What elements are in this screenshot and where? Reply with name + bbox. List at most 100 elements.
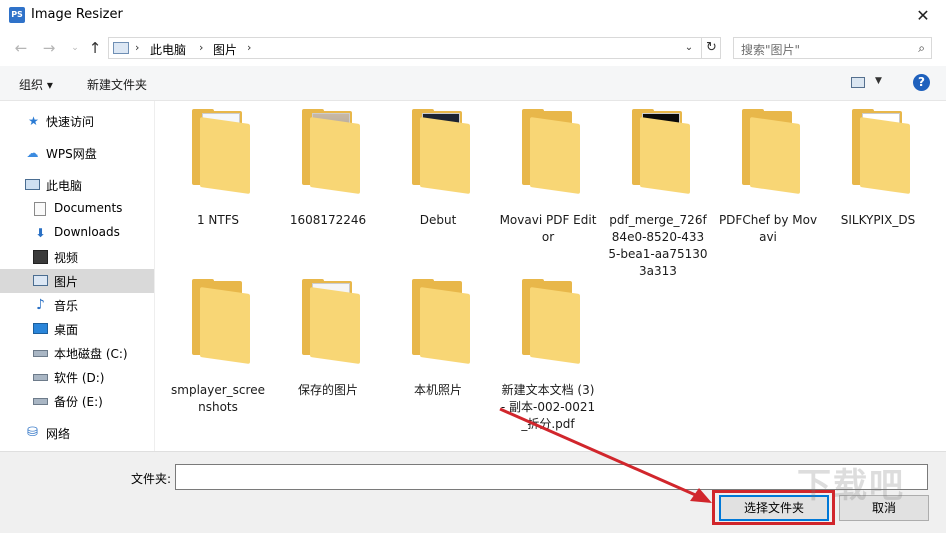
star-icon: ★ — [28, 114, 39, 128]
sidebar-item-network[interactable]: ⛁ 网络 — [0, 421, 154, 445]
folder-item[interactable]: smplayer_screenshots — [168, 279, 268, 439]
help-icon[interactable]: ? — [913, 74, 930, 91]
folder-item[interactable]: PDFChef by Movavi — [718, 109, 818, 269]
sidebar-item-drive-d[interactable]: 软件 (D:) — [0, 365, 154, 389]
folder-item[interactable]: SILKYPIX_DS — [828, 109, 928, 269]
drive-icon — [33, 350, 48, 357]
sidebar-item-drive-e[interactable]: 备份 (E:) — [0, 389, 154, 413]
picture-icon — [33, 275, 48, 286]
folder-name: Debut — [419, 213, 457, 227]
folder-item[interactable]: Movavi PDF Editor — [498, 109, 598, 269]
folder-item[interactable]: Debut — [388, 109, 488, 269]
address-bar[interactable]: › 此电脑 › 图片 › ⌄ ↻ — [108, 37, 721, 59]
sidebar-item-label: Documents — [54, 201, 123, 215]
network-icon: ⛁ — [27, 425, 38, 440]
organize-menu[interactable]: 组织 ▾ — [19, 76, 53, 93]
sidebar-item-label: 桌面 — [54, 323, 79, 337]
folder-name: 1 NTFS — [196, 213, 240, 227]
sidebar-item-downloads[interactable]: ⬇ Downloads — [0, 221, 154, 245]
sidebar-item-label: 本地磁盘 (C:) — [54, 347, 128, 361]
folder-name: smplayer_screenshots — [171, 383, 265, 414]
sidebar-item-quick-access[interactable]: ★ 快速访问 — [0, 109, 154, 133]
computer-icon — [25, 179, 40, 190]
pictures-folder-icon — [113, 42, 129, 54]
watermark-logo: 下载吧 — [797, 466, 905, 506]
drive-icon — [33, 374, 48, 381]
command-toolbar: 组织 ▾ 新建文件夹 ▼ ? — [0, 66, 946, 101]
folder-icon — [296, 279, 362, 365]
folder-name: 保存的图片 — [297, 383, 358, 397]
search-icon[interactable]: ⌕ — [918, 41, 925, 56]
document-icon — [34, 202, 46, 216]
up-arrow-icon[interactable]: ↑ — [86, 39, 104, 57]
sidebar-item-label: 软件 (D:) — [54, 371, 105, 385]
folder-item[interactable]: 1 NTFS — [168, 109, 268, 269]
breadcrumb-pictures[interactable]: 图片 — [213, 41, 237, 58]
forward-arrow-icon[interactable]: → — [40, 39, 58, 57]
close-icon[interactable]: ✕ — [900, 0, 946, 31]
folder-name: Movavi PDF Editor — [499, 213, 597, 244]
folder-name: SILKYPIX_DS — [840, 213, 916, 227]
folder-name: 1608172246 — [289, 213, 367, 227]
view-options-icon[interactable] — [851, 77, 865, 88]
folder-item[interactable]: 1608172246 — [278, 109, 378, 269]
sidebar-item-label: WPS网盘 — [46, 147, 97, 161]
folder-name: PDFChef by Movavi — [718, 213, 818, 244]
breadcrumb-this-pc[interactable]: 此电脑 — [150, 41, 186, 58]
desktop-icon — [33, 323, 48, 334]
sidebar-item-label: 备份 (E:) — [54, 395, 103, 409]
cloud-icon: ☁ — [26, 146, 39, 160]
title-bar: PS Image Resizer ✕ — [0, 0, 946, 31]
folder-field-label: 文件夹: — [131, 472, 172, 486]
sidebar-item-drive-c[interactable]: 本地磁盘 (C:) — [0, 341, 154, 365]
search-box[interactable]: 搜索"图片" ⌕ — [733, 37, 932, 59]
sidebar-item-label: 图片 — [54, 275, 79, 289]
folder-name: 新建文本文档 (3) - 副本-002-0021_拆分.pdf — [500, 383, 596, 431]
address-dropdown-icon[interactable]: ⌄ — [682, 40, 696, 56]
breadcrumb-separator-icon: › — [199, 41, 204, 54]
video-icon — [33, 250, 48, 264]
folder-item[interactable]: pdf_merge_726f84e0-8520-4335-bea1-aa7513… — [608, 109, 708, 278]
sidebar-item-label: 此电脑 — [46, 179, 83, 193]
sidebar-item-label: 音乐 — [54, 299, 79, 313]
folder-icon — [406, 109, 472, 195]
folder-icon — [406, 279, 472, 365]
view-dropdown-icon[interactable]: ▼ — [875, 76, 882, 86]
sidebar-item-pictures[interactable]: 图片 — [0, 269, 154, 293]
sidebar-item-label: 视频 — [54, 251, 79, 265]
folder-view: 1 NTFS 1608172246 Debut Movavi PDF Edito… — [156, 101, 946, 451]
folder-item[interactable]: 新建文本文档 (3) - 副本-002-0021_拆分.pdf — [498, 279, 598, 439]
folder-icon — [186, 279, 252, 365]
sidebar-item-this-pc[interactable]: 此电脑 — [0, 173, 154, 197]
sidebar-item-videos[interactable]: 视频 — [0, 245, 154, 269]
folder-item[interactable]: 保存的图片 — [278, 279, 378, 439]
sidebar-item-desktop[interactable]: 桌面 — [0, 317, 154, 341]
sidebar-item-music[interactable]: ♪ 音乐 — [0, 293, 154, 317]
sidebar-item-label: 快速访问 — [46, 115, 95, 129]
folder-icon — [296, 109, 362, 195]
refresh-icon[interactable]: ↻ — [701, 38, 721, 58]
breadcrumb-separator-icon: › — [135, 41, 140, 54]
folder-name: pdf_merge_726f84e0-8520-4335-bea1-aa7513… — [608, 213, 708, 278]
sidebar-item-label: Downloads — [54, 225, 120, 239]
folder-icon — [736, 109, 802, 195]
new-folder-button[interactable]: 新建文件夹 — [87, 76, 147, 93]
drive-icon — [33, 398, 48, 405]
music-icon: ♪ — [36, 297, 45, 313]
sidebar-item-documents[interactable]: Documents — [0, 197, 154, 221]
window-title: Image Resizer — [31, 7, 123, 22]
back-arrow-icon[interactable]: ← — [12, 39, 30, 57]
recent-chevron-down-icon[interactable]: ⌄ — [66, 39, 84, 57]
breadcrumb-separator-icon: › — [247, 41, 252, 54]
folder-icon — [516, 109, 582, 195]
download-icon: ⬇ — [35, 226, 46, 240]
app-icon: PS — [9, 7, 25, 23]
search-placeholder: 搜索"图片" — [741, 43, 801, 57]
sidebar-item-wps-drive[interactable]: ☁ WPS网盘 — [0, 141, 154, 165]
folder-icon — [846, 109, 912, 195]
folder-name: 本机照片 — [413, 383, 462, 397]
sidebar-item-label: 网络 — [46, 427, 71, 441]
navigation-pane: ★ 快速访问 ☁ WPS网盘 此电脑 Documents ⬇ Downloads… — [0, 101, 155, 451]
folder-icon — [186, 109, 252, 195]
folder-item[interactable]: 本机照片 — [388, 279, 488, 439]
